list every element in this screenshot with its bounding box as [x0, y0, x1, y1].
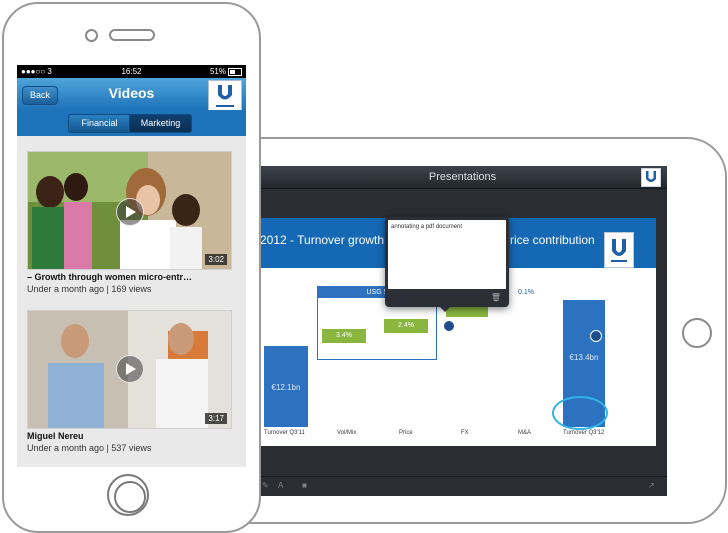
speaker-grille	[109, 29, 155, 41]
ipad-screen: Presentations 2012 - Turnover growth 1 r…	[258, 166, 667, 496]
battery-icon	[228, 68, 242, 76]
x-label: M&A	[518, 430, 532, 436]
video-thumbnail[interactable]: 3:02	[27, 151, 232, 270]
toolbar-icon[interactable]: A	[278, 481, 283, 490]
ipad-bottom-toolbar: ✎ A ■ ↗	[258, 476, 667, 496]
unilever-logo-icon	[604, 232, 634, 268]
segmented-control: Financial Marketing	[17, 110, 246, 136]
trash-icon[interactable]: ■	[302, 481, 307, 490]
annotation-popover[interactable]: annotating a pdf document 🗑	[385, 217, 509, 312]
video-title[interactable]: Miguel Nereu	[27, 431, 233, 441]
nav-bar: Back Videos	[17, 78, 246, 112]
play-icon[interactable]	[116, 198, 144, 226]
status-bar: ●●●○○ 3 16:52 51%	[17, 65, 246, 78]
popover-arrow	[439, 306, 451, 312]
unilever-logo-icon	[208, 80, 242, 112]
video-meta: Under a month ago | 169 views	[27, 284, 152, 294]
bar-value-label: €12.1bn	[271, 383, 301, 392]
iphone-screen: ●●●○○ 3 16:52 51% Back Videos Financial …	[17, 65, 246, 467]
video-thumbnail[interactable]: 3:17	[27, 310, 232, 429]
x-label: Turnover Q3'12	[563, 430, 605, 436]
unilever-logo-icon	[641, 168, 661, 187]
video-duration: 3:02	[205, 254, 227, 265]
toolbar-icon[interactable]: ✎	[262, 481, 269, 490]
slide-title: 2012 - Turnover growth 1	[260, 233, 395, 247]
video-duration: 3:17	[205, 413, 227, 424]
x-label: Turnover Q3'11	[264, 430, 305, 436]
x-label: Vol/Mix	[337, 430, 357, 436]
video-meta: Under a month ago | 537 views	[27, 443, 152, 453]
x-label: Price	[399, 430, 413, 436]
segment-marketing[interactable]: Marketing	[129, 114, 192, 133]
annotation-pin-icon[interactable]	[590, 330, 602, 342]
video-title[interactable]: – Growth through women micro-entr…	[27, 272, 233, 282]
annotation-pin-icon[interactable]	[443, 320, 455, 332]
highlight-annotation[interactable]	[552, 396, 608, 430]
share-icon[interactable]: ↗	[648, 481, 655, 490]
home-button-ring	[114, 481, 146, 513]
camera-icon	[85, 29, 98, 42]
ipad-home-button[interactable]	[682, 318, 712, 348]
play-icon[interactable]	[116, 355, 144, 383]
annotation-text: annotating a pdf document	[391, 224, 463, 230]
battery-level	[230, 70, 235, 74]
annotation-text-area[interactable]: annotating a pdf document	[388, 220, 506, 289]
bar-value-label: €13.4bn	[569, 353, 599, 362]
segment-financial[interactable]: Financial	[68, 114, 131, 133]
ma-value: 0.1%	[518, 289, 534, 296]
green-bar-price: 2.4%	[384, 319, 428, 333]
trash-icon[interactable]: 🗑	[491, 293, 501, 302]
green-bar-vol-mix: 3.4%	[322, 329, 366, 343]
slide-title-continued: rice contribution	[510, 233, 595, 247]
battery-percent: 51%	[209, 67, 226, 76]
x-label: FX	[461, 430, 469, 436]
ipad-title-bar: Presentations	[258, 166, 667, 189]
bar-turnover-q3-11: €12.1bn	[264, 346, 308, 427]
ipad-title: Presentations	[428, 171, 497, 183]
